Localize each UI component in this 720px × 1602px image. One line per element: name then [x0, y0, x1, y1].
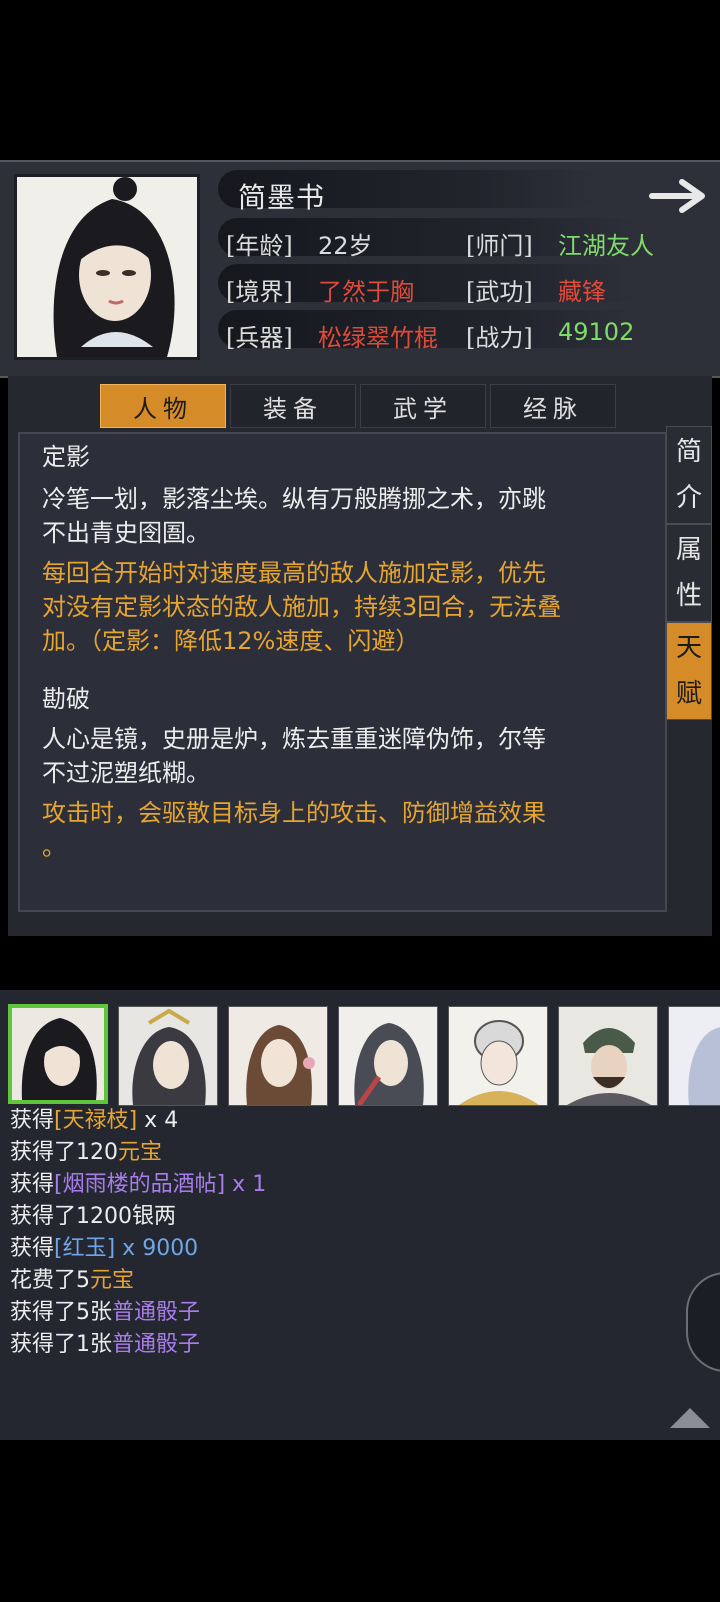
- hero-card[interactable]: [448, 1006, 548, 1106]
- log-text: 获得了1200银两: [10, 1204, 176, 1229]
- log-text: 获得了1张: [10, 1332, 112, 1357]
- age-label: [年龄]: [226, 232, 293, 260]
- log-item: 普通骰子: [112, 1332, 201, 1357]
- tab-martial-arts[interactable]: 武学: [360, 384, 486, 428]
- side-tab-char: 天: [675, 633, 702, 663]
- talent-desc-line: 不过泥塑纸糊。: [42, 759, 210, 787]
- talent-effect-line: 加。（定影：降低12%速度、闪避）: [42, 627, 420, 655]
- log-text: 获得了120: [10, 1140, 118, 1165]
- talent-desc-line: 不出青史囹圄。: [42, 519, 210, 547]
- side-tab-talent[interactable]: 天 赋: [666, 622, 712, 720]
- log-line: 获得了120元宝: [10, 1134, 162, 1166]
- side-tab-char: 介: [675, 483, 702, 513]
- log-text: 获得: [10, 1172, 55, 1197]
- martial-value: 藏锋: [558, 278, 606, 306]
- talent-title: 勘破: [42, 685, 90, 713]
- log-item: [天禄枝]: [54, 1108, 138, 1133]
- side-tab-char: 属: [675, 535, 702, 565]
- side-tab-attributes[interactable]: 属 性: [666, 524, 712, 622]
- talent-effect-line: 。: [42, 833, 66, 861]
- hero-card[interactable]: [558, 1006, 658, 1106]
- log-text: x 4: [137, 1108, 179, 1133]
- log-item: [烟雨楼的品酒帖]: [54, 1172, 226, 1197]
- talent-desc-line: 冷笔一划，影落尘埃。纵有万般腾挪之术，亦跳: [42, 485, 546, 513]
- talent-effect-line: 对没有定影状态的敌人施加，持续3回合，无法叠: [42, 593, 562, 621]
- log-line: 获得了1200银两: [10, 1198, 176, 1230]
- hero-card[interactable]: [338, 1006, 438, 1106]
- weapon-value: 松绿翠竹棍: [318, 324, 438, 352]
- realm-label: [境界]: [226, 278, 293, 306]
- talent-desc-line: 人心是镜，史册是炉，炼去重重迷障伪饰，尔等: [42, 725, 546, 753]
- hero-card[interactable]: [228, 1006, 328, 1106]
- log-item: 普通骰子: [112, 1300, 201, 1325]
- character-name: 简墨书: [238, 181, 326, 214]
- log-text: 获得了5张: [10, 1300, 112, 1325]
- power-label: [战力]: [466, 324, 533, 352]
- power-value: 49102: [558, 318, 635, 346]
- log-text: 获得: [10, 1108, 55, 1133]
- side-tab-char: 性: [675, 581, 702, 611]
- talent-effect-line: 攻击时，会驱散目标身上的攻击、防御增益效果: [42, 799, 546, 827]
- triangle-up-icon[interactable]: [668, 1404, 712, 1430]
- log-text: 获得: [10, 1236, 55, 1261]
- weapon-label: [兵器]: [226, 324, 293, 352]
- log-text: x 1: [225, 1172, 267, 1197]
- character-portrait: [14, 174, 200, 360]
- arrow-right-icon[interactable]: [648, 176, 710, 216]
- log-item: 元宝: [118, 1140, 163, 1165]
- talent-title: 定影: [42, 443, 90, 471]
- log-line: 花费了5元宝: [10, 1262, 134, 1294]
- log-line: 获得了5张普通骰子: [10, 1294, 200, 1326]
- log-line: 获得[天禄枝] x 4: [10, 1102, 178, 1134]
- side-tab-intro[interactable]: 简 介: [666, 426, 712, 524]
- realm-value: 了然于胸: [318, 278, 414, 306]
- martial-label: [武功]: [466, 278, 533, 306]
- side-tab-char: 赋: [675, 679, 702, 709]
- log-item: 元宝: [90, 1268, 135, 1293]
- log-line: 获得[红玉] x 9000: [10, 1230, 198, 1262]
- hero-card[interactable]: [668, 1006, 720, 1106]
- log-text: 花费了5: [10, 1268, 90, 1293]
- tab-equipment[interactable]: 装备: [230, 384, 356, 428]
- talent-effect-line: 每回合开始时对速度最高的敌人施加定影，优先: [42, 559, 546, 587]
- age-value: 22岁: [318, 232, 373, 260]
- tab-meridians[interactable]: 经脉: [490, 384, 616, 428]
- log-line: 获得[烟雨楼的品酒帖] x 1: [10, 1166, 266, 1198]
- tab-character[interactable]: 人物: [100, 384, 226, 428]
- sect-label: [师门]: [466, 232, 533, 260]
- side-tab-char: 简: [675, 437, 702, 467]
- log-item: [红玉]: [54, 1236, 116, 1261]
- log-line: 获得了1张普通骰子: [10, 1326, 200, 1358]
- hero-card[interactable]: [8, 1004, 108, 1104]
- log-text: x 9000: [115, 1236, 199, 1261]
- sect-value: 江湖友人: [558, 232, 654, 260]
- hero-card[interactable]: [118, 1006, 218, 1106]
